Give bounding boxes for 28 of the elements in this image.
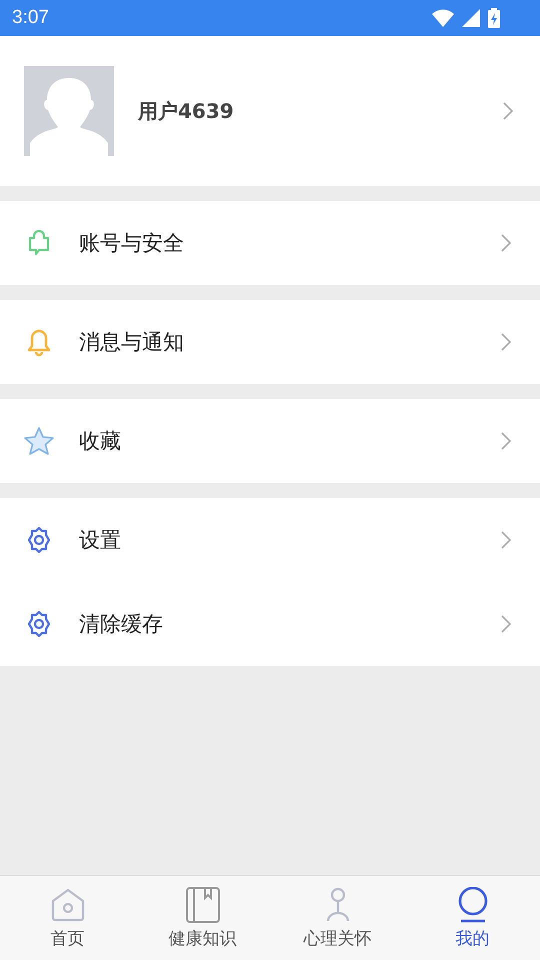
wifi-icon: [432, 9, 454, 27]
chevron-icon: [500, 431, 512, 451]
menu-item[interactable]: 账号与安全: [0, 201, 540, 285]
bell-icon: [25, 327, 53, 357]
chevron-icon: [500, 530, 512, 550]
chevron-icon: [500, 332, 512, 352]
gear-icon: [25, 610, 53, 638]
chevron-icon: [500, 614, 512, 634]
avatar-icon: [24, 66, 114, 156]
status-time: 3:07: [12, 7, 49, 29]
gear-icon: [25, 526, 53, 554]
battery-icon: [488, 8, 500, 28]
chevron-icon: [500, 233, 512, 253]
menu-item[interactable]: 消息与通知: [0, 300, 540, 384]
tab[interactable]: 首页: [0, 876, 135, 960]
menu-item[interactable]: 设置: [0, 498, 540, 582]
tab[interactable]: 健康知识: [135, 876, 270, 960]
book-icon: [184, 886, 220, 922]
signal-icon: [462, 9, 480, 27]
chevron-icon: [502, 101, 514, 121]
menu-item[interactable]: 收藏: [0, 399, 540, 483]
username: 用户4639: [138, 98, 235, 124]
menu-item[interactable]: 清除缓存: [0, 582, 540, 666]
tab[interactable]: 心理关怀: [270, 876, 405, 960]
home-icon: [50, 886, 86, 922]
star-icon: [24, 426, 54, 456]
tab[interactable]: 我的: [405, 876, 540, 960]
profile-row[interactable]: 用户4639: [0, 36, 540, 186]
